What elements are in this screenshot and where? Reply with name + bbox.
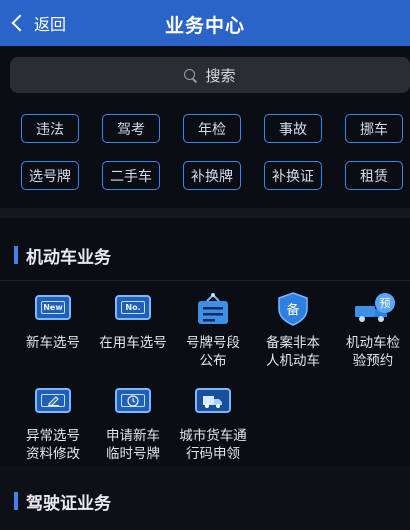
- service-label: 临时号牌: [106, 446, 160, 462]
- edit-plate-icon: [33, 385, 73, 417]
- service-label: 资料修改: [26, 446, 80, 462]
- service-label: 公布: [199, 353, 227, 369]
- service-label: 人机动车: [266, 353, 320, 369]
- service-label: 申请新车: [106, 428, 160, 444]
- motor-section-label: 机动车业务: [26, 247, 111, 268]
- tag-move-car[interactable]: 挪车: [345, 114, 403, 143]
- section-line: [0, 280, 410, 281]
- tag-choose-plate[interactable]: 选号牌: [21, 161, 79, 190]
- svg-text:备: 备: [286, 302, 299, 318]
- service-label: 备案非本: [266, 335, 320, 351]
- announcement-board-icon: [193, 292, 233, 324]
- service-city-truck-pass[interactable]: 城市货车通 行码申领: [172, 385, 254, 463]
- page-title: 业务中心: [164, 15, 245, 37]
- service-plate-segment-announcement[interactable]: 号牌号段 公布: [172, 292, 254, 370]
- license-section-label: 驾驶证业务: [26, 493, 111, 514]
- service-label: 验预约: [352, 353, 394, 369]
- tag-accident[interactable]: 事故: [264, 114, 322, 143]
- used-plate-icon: No.: [113, 292, 153, 324]
- license-section-title: 驾驶证业务: [14, 490, 111, 514]
- record-shield-icon: 备: [273, 292, 313, 326]
- tag-driving-test[interactable]: 驾考: [102, 114, 160, 143]
- service-abnormal-plate-edit[interactable]: 异常选号 资料修改: [12, 385, 94, 463]
- inspection-truck-icon: 预: [353, 292, 395, 324]
- service-record-non-owner-vehicle[interactable]: 备 备案非本 人机动车: [252, 292, 334, 370]
- service-label: 在用车选号: [99, 335, 167, 351]
- svg-text:预: 预: [380, 297, 391, 310]
- tag-annual-inspection[interactable]: 年检: [183, 114, 241, 143]
- section-divider: [0, 208, 410, 218]
- top-bar: 返回 业务中心: [0, 0, 410, 46]
- tag-used-car[interactable]: 二手车: [102, 161, 160, 190]
- tag-replace-plate[interactable]: 补换牌: [183, 161, 241, 190]
- search-icon: [184, 68, 197, 82]
- cargo-truck-icon: [193, 385, 233, 417]
- search-bar[interactable]: 搜索: [10, 57, 410, 93]
- tag-violation[interactable]: 违法: [21, 114, 79, 143]
- tag-rental[interactable]: 租赁: [345, 161, 403, 190]
- section-accent-bar: [14, 492, 18, 510]
- section-accent-bar: [14, 246, 18, 264]
- motor-section-title: 机动车业务: [14, 244, 111, 268]
- temp-plate-clock-icon: [113, 385, 153, 417]
- service-label: 机动车检: [346, 335, 400, 351]
- service-label: 新车选号: [26, 335, 80, 351]
- service-label: 号牌号段: [186, 335, 240, 351]
- service-vehicle-inspection-booking[interactable]: 预 机动车检 验预约: [332, 292, 410, 370]
- search-placeholder: 搜索: [205, 66, 236, 85]
- service-label: 异常选号: [26, 428, 80, 444]
- service-label: 行码申领: [186, 446, 240, 462]
- new-plate-icon: New: [33, 292, 73, 324]
- service-temporary-plate-apply[interactable]: 申请新车 临时号牌: [92, 385, 174, 463]
- tag-replace-license[interactable]: 补换证: [264, 161, 322, 190]
- service-new-car-plate[interactable]: New 新车选号: [12, 292, 94, 352]
- service-label: 城市货车通: [179, 428, 247, 444]
- service-used-car-plate[interactable]: No. 在用车选号: [92, 292, 174, 352]
